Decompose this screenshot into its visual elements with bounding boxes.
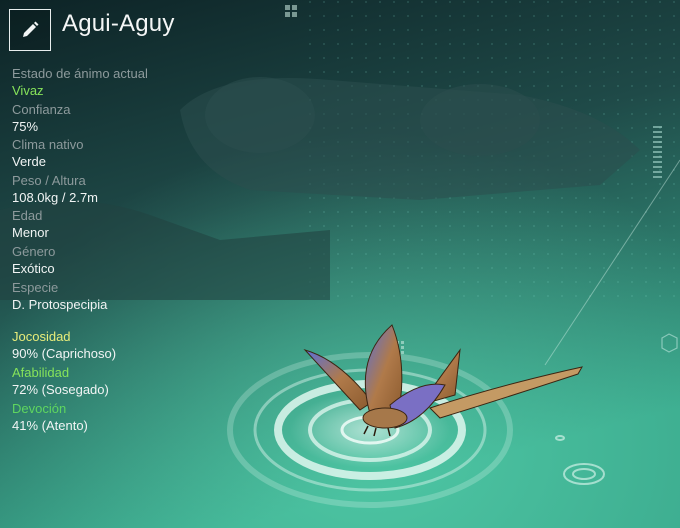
stat-species: Especie D. Protospecipia — [12, 280, 148, 316]
stat-gender: Género Exótico — [12, 244, 148, 280]
stats-list: Estado de ánimo actual Vivaz Confianza 7… — [12, 66, 148, 315]
stat-label: Género — [12, 243, 56, 259]
stat-mood: Estado de ánimo actual Vivaz — [12, 66, 148, 102]
stat-value: Vivaz — [12, 83, 44, 98]
trait-label: Afabilidad — [12, 364, 70, 380]
stat-trust: Confianza 75% — [12, 102, 148, 138]
stat-value: Exótico — [12, 260, 55, 276]
stat-value: D. Protospecipia — [12, 296, 108, 312]
trait-label: Devoción — [12, 400, 67, 416]
stat-value: 75% — [12, 118, 39, 134]
creature-header: Agui-Aguy — [9, 9, 175, 51]
trait-value: 41% (Atento) — [12, 417, 88, 433]
trait-label: Jocosidad — [12, 329, 71, 344]
creature-name: Agui-Aguy — [62, 10, 175, 37]
stat-value: 108.0kg / 2.7m — [12, 189, 98, 205]
trait-value: 72% (Sosegado) — [12, 381, 109, 397]
trait-playfulness: Jocosidad 90% (Caprichoso) — [12, 329, 116, 365]
stat-label: Edad — [12, 208, 43, 224]
stat-label: Especie — [12, 279, 59, 295]
stat-value: Menor — [12, 225, 49, 241]
stat-label: Peso / Altura — [12, 172, 86, 188]
edit-name-button[interactable] — [9, 9, 51, 51]
traits-list: Jocosidad 90% (Caprichoso) Afabilidad 72… — [12, 329, 116, 436]
stat-label: Confianza — [12, 101, 71, 117]
stat-value: Verde — [12, 154, 46, 170]
trait-affability: Afabilidad 72% (Sosegado) — [12, 365, 116, 401]
stat-label: Clima nativo — [12, 137, 84, 153]
trait-devotion: Devoción 41% (Atento) — [12, 401, 116, 437]
stat-weight-height: Peso / Altura 108.0kg / 2.7m — [12, 173, 148, 209]
pencil-icon — [23, 21, 39, 37]
stat-climate: Clima nativo Verde — [12, 137, 148, 173]
trait-value: 90% (Caprichoso) — [12, 346, 117, 361]
stat-label: Estado de ánimo actual — [12, 66, 148, 81]
stat-age: Edad Menor — [12, 208, 148, 244]
